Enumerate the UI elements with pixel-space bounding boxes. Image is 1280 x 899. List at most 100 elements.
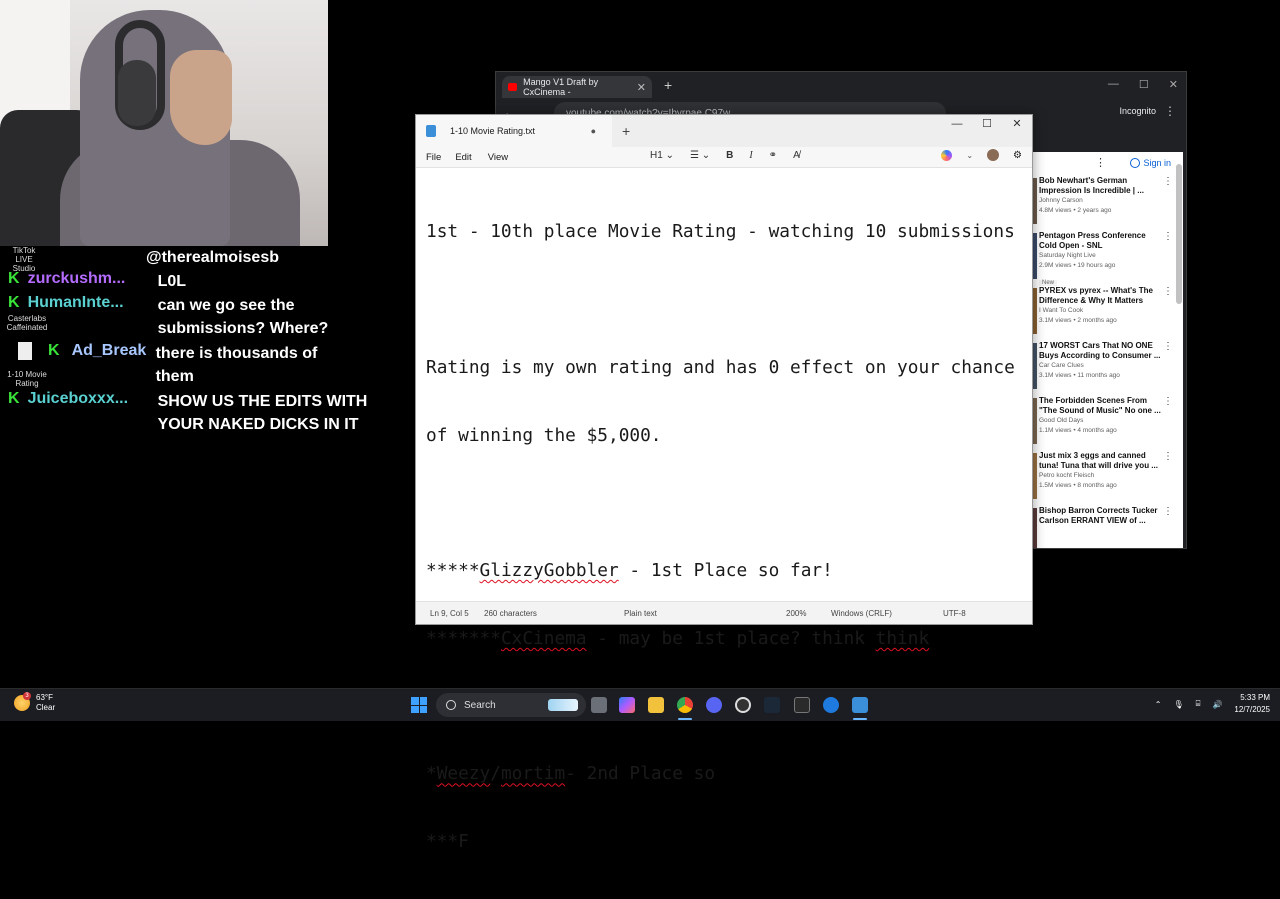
volume-icon[interactable]: 🔊 [1212,700,1222,709]
video-title[interactable]: 17 WORST Cars That NO ONE Buys According… [1039,339,1183,361]
video-options-icon[interactable]: ⋮ [1163,396,1173,407]
file-explorer-icon[interactable] [648,697,664,713]
notepad-window[interactable]: 1-10 Movie Rating.txt ● + — ☐ ✕ File Edi… [415,114,1033,852]
clock[interactable]: 5:33 PM 12/7/2025 [1234,692,1270,716]
link-icon[interactable]: ⚭ [769,150,777,161]
line-ending[interactable]: Windows (CRLF) [831,609,892,618]
video-item[interactable]: Bob Newhart's German Impression Is Incre… [1033,174,1183,229]
epic-games-icon[interactable] [794,697,810,713]
video-title[interactable]: Pentagon Press Conference Cold Open - SN… [1039,229,1183,251]
video-title[interactable]: Bishop Barron Corrects Tucker Carlson ER… [1039,504,1183,526]
chevron-up-icon[interactable]: ⌃ [1155,700,1162,709]
chat-message: @therealmoisesb [146,246,279,269]
chat-message: K HumanInte... can we go see the submiss… [8,294,358,340]
sign-in-label: Sign in [1143,158,1171,168]
video-item[interactable]: PYREX vs pyrex -- What's The Difference … [1033,284,1183,339]
text-format: Plain text [624,609,657,618]
copilot-icon[interactable] [941,149,953,161]
notepad-tab[interactable]: 1-10 Movie Rating.txt ● [416,115,612,147]
tiktok-live-studio-label: TikTok LIVE Studio [12,246,36,273]
bold-icon[interactable]: B [726,150,733,161]
video-channel[interactable]: I Want To Cook [1039,306,1183,316]
close-tab-icon[interactable]: ✕ [637,81,646,94]
video-thumbnail[interactable] [1033,178,1037,224]
settings-gear-icon[interactable]: ⚙ [1013,150,1022,161]
video-item[interactable]: 17 WORST Cars That NO ONE Buys According… [1033,339,1183,394]
menu-edit[interactable]: Edit [455,152,471,163]
heading-dropdown[interactable]: H1 ⌄ [650,150,674,161]
clear-formatting-icon[interactable]: A̸ [793,150,800,161]
menu-view[interactable]: View [488,152,508,163]
video-options-icon[interactable]: ⋮ [1163,506,1173,517]
start-button[interactable] [411,697,427,713]
video-options-icon[interactable]: ⋮ [1163,286,1173,297]
video-item[interactable]: Just mix 3 eggs and canned tuna! Tuna th… [1033,449,1183,504]
weather-condition: Clear [36,703,56,712]
video-channel[interactable]: Car Care Clues [1039,361,1183,371]
weather-widget[interactable]: 3 63°F Clear [14,692,56,713]
app-icon[interactable] [823,697,839,713]
maximize-icon[interactable]: ☐ [972,115,1002,135]
minimize-icon[interactable]: — [942,115,972,135]
discord-icon[interactable] [706,697,722,713]
video-thumbnail[interactable] [1033,343,1037,389]
obs-icon[interactable] [735,697,751,713]
new-tab-button[interactable]: + [664,77,672,93]
video-title[interactable]: Bob Newhart's German Impression Is Incre… [1039,174,1183,196]
video-thumbnail[interactable] [1033,453,1037,499]
video-options-icon[interactable]: ⋮ [1163,341,1173,352]
unsaved-indicator[interactable]: ● [591,126,596,136]
video-options-icon[interactable]: ⋮ [1163,451,1173,462]
chrome-tab-title: Mango V1 Draft by CxCinema - [523,77,599,97]
video-thumbnail[interactable] [1033,233,1037,279]
video-item[interactable]: Pentagon Press Conference Cold Open - SN… [1033,229,1183,286]
italic-icon[interactable]: I [749,150,752,161]
video-item[interactable]: Bishop Barron Corrects Tucker Carlson ER… [1033,504,1183,548]
list-dropdown[interactable]: ☰ ⌄ [690,150,710,161]
notepad-tab-title: 1-10 Movie Rating.txt [450,126,536,136]
sign-in-button[interactable]: Sign in [1130,158,1171,168]
video-channel[interactable]: Saturday Night Live [1039,251,1183,261]
minimize-icon[interactable]: — [1108,78,1119,91]
video-thumbnail[interactable] [1033,398,1037,444]
text-editor[interactable]: 1st - 10th place Movie Rating - watching… [416,168,1032,852]
copilot-taskbar-icon[interactable] [619,697,635,713]
steam-icon[interactable] [764,697,780,713]
taskbar-search[interactable]: Search [436,693,586,717]
avatar[interactable] [987,149,1000,161]
chrome-tab[interactable]: Mango V1 Draft by CxCinema - ✕ [502,76,652,98]
menu-file[interactable]: File [426,152,441,163]
video-channel[interactable]: Good Old Days [1039,416,1183,426]
network-icon[interactable]: ⌸ [1196,699,1201,709]
text-caret [468,831,470,852]
video-title[interactable]: Just mix 3 eggs and canned tuna! Tuna th… [1039,449,1183,471]
notepad-taskbar-icon[interactable] [852,697,868,713]
task-view-icon[interactable] [591,697,607,713]
video-item[interactable]: The Forbidden Scenes From "The Sound of … [1033,394,1183,449]
video-channel[interactable]: Johnny Carson [1039,196,1183,206]
chrome-menu-icon[interactable]: ⋮ [1164,104,1176,118]
new-tab-button[interactable]: + [622,123,630,139]
time: 5:33 PM [1240,693,1270,702]
video-thumbnail[interactable] [1033,288,1037,334]
notepad-statusbar: Ln 9, Col 5 260 characters Plain text 20… [416,601,1032,624]
video-thumbnail[interactable] [1033,508,1037,548]
chrome-icon[interactable] [677,697,693,713]
microphone-icon[interactable]: 🎙 [1173,700,1183,709]
date: 12/7/2025 [1234,705,1270,714]
more-options-icon[interactable]: ⋮ [1095,156,1106,169]
close-icon[interactable]: ✕ [1169,78,1178,91]
encoding[interactable]: UTF-8 [943,609,966,618]
youtube-scrollbar[interactable] [1176,156,1182,536]
video-options-icon[interactable]: ⋮ [1163,176,1173,187]
video-channel[interactable]: Petro kocht Fleisch [1039,471,1183,481]
chevron-down-icon[interactable]: ⌄ [966,151,973,160]
chat-message: K Juiceboxxx... SHOW US THE EDITS WITH Y… [8,390,372,436]
close-icon[interactable]: ✕ [1002,115,1032,135]
video-title[interactable]: The Forbidden Scenes From "The Sound of … [1039,394,1183,416]
maximize-icon[interactable]: ☐ [1139,78,1149,91]
zoom-level[interactable]: 200% [786,609,806,618]
incognito-badge[interactable]: Incognito [1119,106,1156,116]
video-options-icon[interactable]: ⋮ [1163,231,1173,242]
video-title[interactable]: PYREX vs pyrex -- What's The Difference … [1039,284,1183,306]
